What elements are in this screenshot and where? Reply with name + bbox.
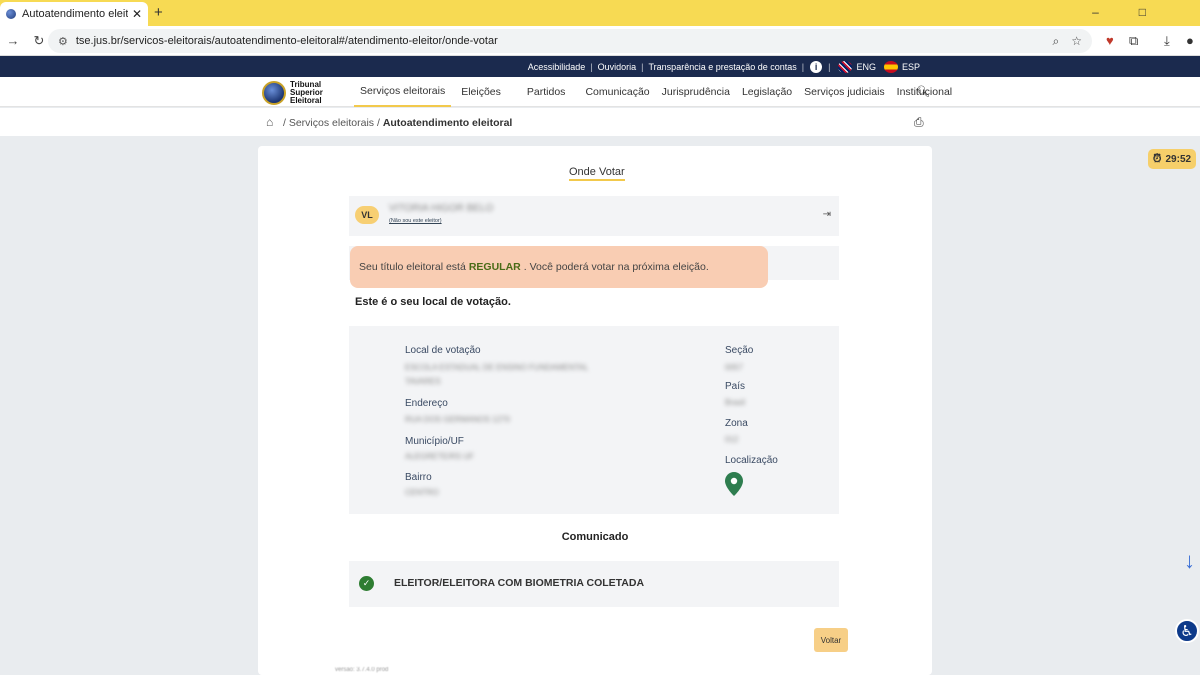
endereco-label: Endereço — [405, 398, 448, 409]
user-name: VITORIA HIGOR BELO — [389, 203, 494, 214]
not-me-link[interactable]: (Não sou este eleitor) — [389, 218, 442, 224]
check-circle-icon: ✓ — [359, 576, 374, 591]
pais-label: País — [725, 381, 746, 392]
new-tab-button[interactable]: + — [154, 4, 163, 21]
local-value-2: TAVARES — [405, 377, 441, 386]
comunicado-text: ELEITOR/ELEITORA COM BIOMETRIA COLETADA — [394, 577, 645, 589]
endereco-value: RUA DOS GERMANOS 1270 — [405, 415, 510, 424]
divider: | — [590, 61, 593, 72]
voltar-button[interactable]: Voltar — [814, 628, 848, 652]
nav-partidos[interactable]: Partidos — [521, 77, 572, 107]
municipio-label: Município/UF — [405, 436, 464, 447]
nav-jurisprudencia[interactable]: Jurisprudência — [656, 77, 736, 107]
zoom-icon[interactable]: ⌕ — [1053, 34, 1060, 49]
status-message: Seu título eleitoral está REGULAR . Você… — [350, 246, 768, 288]
tse-logo[interactable]: Tribunal Superior Eleitoral — [262, 81, 323, 105]
forward-icon[interactable]: → — [0, 33, 26, 48]
secao-label: Seção — [725, 345, 754, 356]
address-bar[interactable]: ⚙ tse.jus.br/servicos-eleitorais/autoate… — [48, 29, 1092, 53]
extensions-puzzle-icon[interactable]: ⧉ — [1129, 33, 1138, 49]
status-suffix: . Você poderá votar na próxima eleição. — [523, 261, 709, 273]
home-icon[interactable]: ⌂ — [266, 115, 273, 129]
main-navigation: Tribunal Superior Eleitoral Serviços ele… — [0, 77, 1200, 107]
bairro-value: CENTRO — [405, 488, 439, 497]
local-value: ESCOLA ESTADUAL DE ENSINO FUNDAMENTAL — [405, 363, 589, 372]
logo-text: Tribunal Superior Eleitoral — [290, 81, 323, 105]
uk-flag-icon[interactable] — [838, 60, 853, 73]
local-title: Este é o seu local de votação. — [355, 296, 511, 308]
info-icon[interactable]: i — [810, 60, 823, 73]
logout-icon[interactable]: ⇥ — [823, 209, 831, 220]
tse-favicon-icon — [6, 9, 16, 19]
profile-avatar-icon[interactable]: ● — [1186, 33, 1194, 48]
alarm-clock-icon: ⏰︎ — [1152, 152, 1162, 165]
comunicado-box: ✓ ELEITOR/ELEITORA COM BIOMETRIA COLETAD… — [349, 561, 839, 607]
local-label: Local de votação — [405, 345, 481, 356]
link-ouvidoria[interactable]: Ouvidoria — [598, 62, 637, 72]
divider: | — [641, 61, 644, 72]
spain-flag-icon[interactable] — [883, 60, 898, 73]
nav-servicos-eleitorais[interactable]: Serviços eleitorais — [354, 77, 452, 107]
extension-icon[interactable]: ♥ — [1106, 33, 1114, 48]
breadcrumb-sep: / — [376, 117, 380, 129]
scroll-down-arrow-icon[interactable]: ↓ — [1184, 548, 1195, 574]
zona-value: 012 — [725, 435, 739, 444]
session-timer: ⏰︎ 29:52 — [1148, 149, 1196, 169]
breadcrumb-path: / Serviços eleitorais / Autoatendimento … — [283, 117, 512, 129]
close-tab-icon[interactable]: ✕ — [132, 7, 142, 21]
user-row: VL VITORIA HIGOR BELO (Não sou este elei… — [349, 196, 839, 236]
comunicado-title: Comunicado — [561, 531, 629, 543]
status-prefix: Seu título eleitoral está — [359, 261, 466, 273]
browser-toolbar: → ↻ ⚙ tse.jus.br/servicos-eleitorais/aut… — [0, 26, 1200, 56]
logo-line: Eleitoral — [290, 96, 322, 105]
divider: | — [801, 61, 805, 72]
bookmark-star-icon[interactable]: ☆ — [1071, 34, 1082, 48]
search-icon[interactable]: 🔍︎ — [916, 85, 930, 98]
link-acessibilidade[interactable]: Acessibilidade — [528, 62, 586, 72]
avatar: VL — [355, 206, 379, 224]
breadcrumb-servicos[interactable]: Serviços eleitorais — [289, 117, 374, 129]
breadcrumb: ⌂ / Serviços eleitorais / Autoatendiment… — [0, 108, 1200, 136]
pais-value: Brasil — [725, 398, 746, 407]
window-controls[interactable]: –□ — [1092, 5, 1186, 19]
link-transparencia[interactable]: Transparência e prestação de contas — [649, 62, 797, 72]
page-title: Onde Votar — [569, 166, 625, 181]
url-text: tse.jus.br/servicos-eleitorais/autoatend… — [75, 35, 498, 47]
download-icon[interactable]: ⤓ — [1164, 33, 1170, 49]
municipio-value: ALEGRETE/RS UF — [405, 452, 474, 461]
browser-tabbar: Autoatendimento eleitoral — TSE ✕ + –□ — [0, 0, 1200, 26]
lang-spanish[interactable]: ESP — [902, 62, 920, 72]
secao-value: 0057 — [725, 363, 743, 372]
zona-label: Zona — [725, 418, 748, 429]
content-card: Onde Votar VL VITORIA HIGOR BELO (Não so… — [258, 146, 932, 675]
localizacao-label: Localização — [725, 455, 778, 466]
browser-tab[interactable]: Autoatendimento eleitoral — TSE ✕ — [0, 2, 148, 26]
breadcrumb-sep: / — [283, 117, 286, 129]
nav-legislacao[interactable]: Legislação — [736, 77, 798, 107]
divider: | — [828, 61, 831, 72]
site-topbar: Acessibilidade | Ouvidoria | Transparênc… — [0, 56, 1200, 77]
timer-value: 29:52 — [1165, 153, 1192, 165]
accessibility-icon[interactable]: ♿︎ — [1175, 619, 1199, 643]
print-icon[interactable]: ⎙ — [914, 115, 924, 130]
status-badge: REGULAR — [468, 261, 521, 273]
version-text: versão: 3.7.4.0 prod — [335, 667, 389, 673]
nav-eleicoes[interactable]: Eleições — [455, 77, 507, 107]
lang-english[interactable]: ENG — [856, 62, 876, 72]
nav-servicos-judiciais[interactable]: Serviços judiciais — [798, 77, 891, 107]
tab-title: Autoatendimento eleitoral — TSE — [22, 8, 128, 20]
tse-globe-icon — [262, 81, 286, 105]
breadcrumb-current: Autoatendimento eleitoral — [382, 117, 513, 129]
nav-comunicacao[interactable]: Comunicação — [579, 77, 655, 107]
site-info-icon[interactable]: ⚙ — [58, 35, 68, 48]
voting-place-box: Local de votação ESCOLA ESTADUAL DE ENSI… — [349, 326, 839, 514]
bairro-label: Bairro — [405, 472, 432, 483]
map-pin-icon[interactable] — [725, 472, 743, 496]
nav-items: Serviços eleitorais Eleições Partidos Co… — [354, 77, 958, 107]
